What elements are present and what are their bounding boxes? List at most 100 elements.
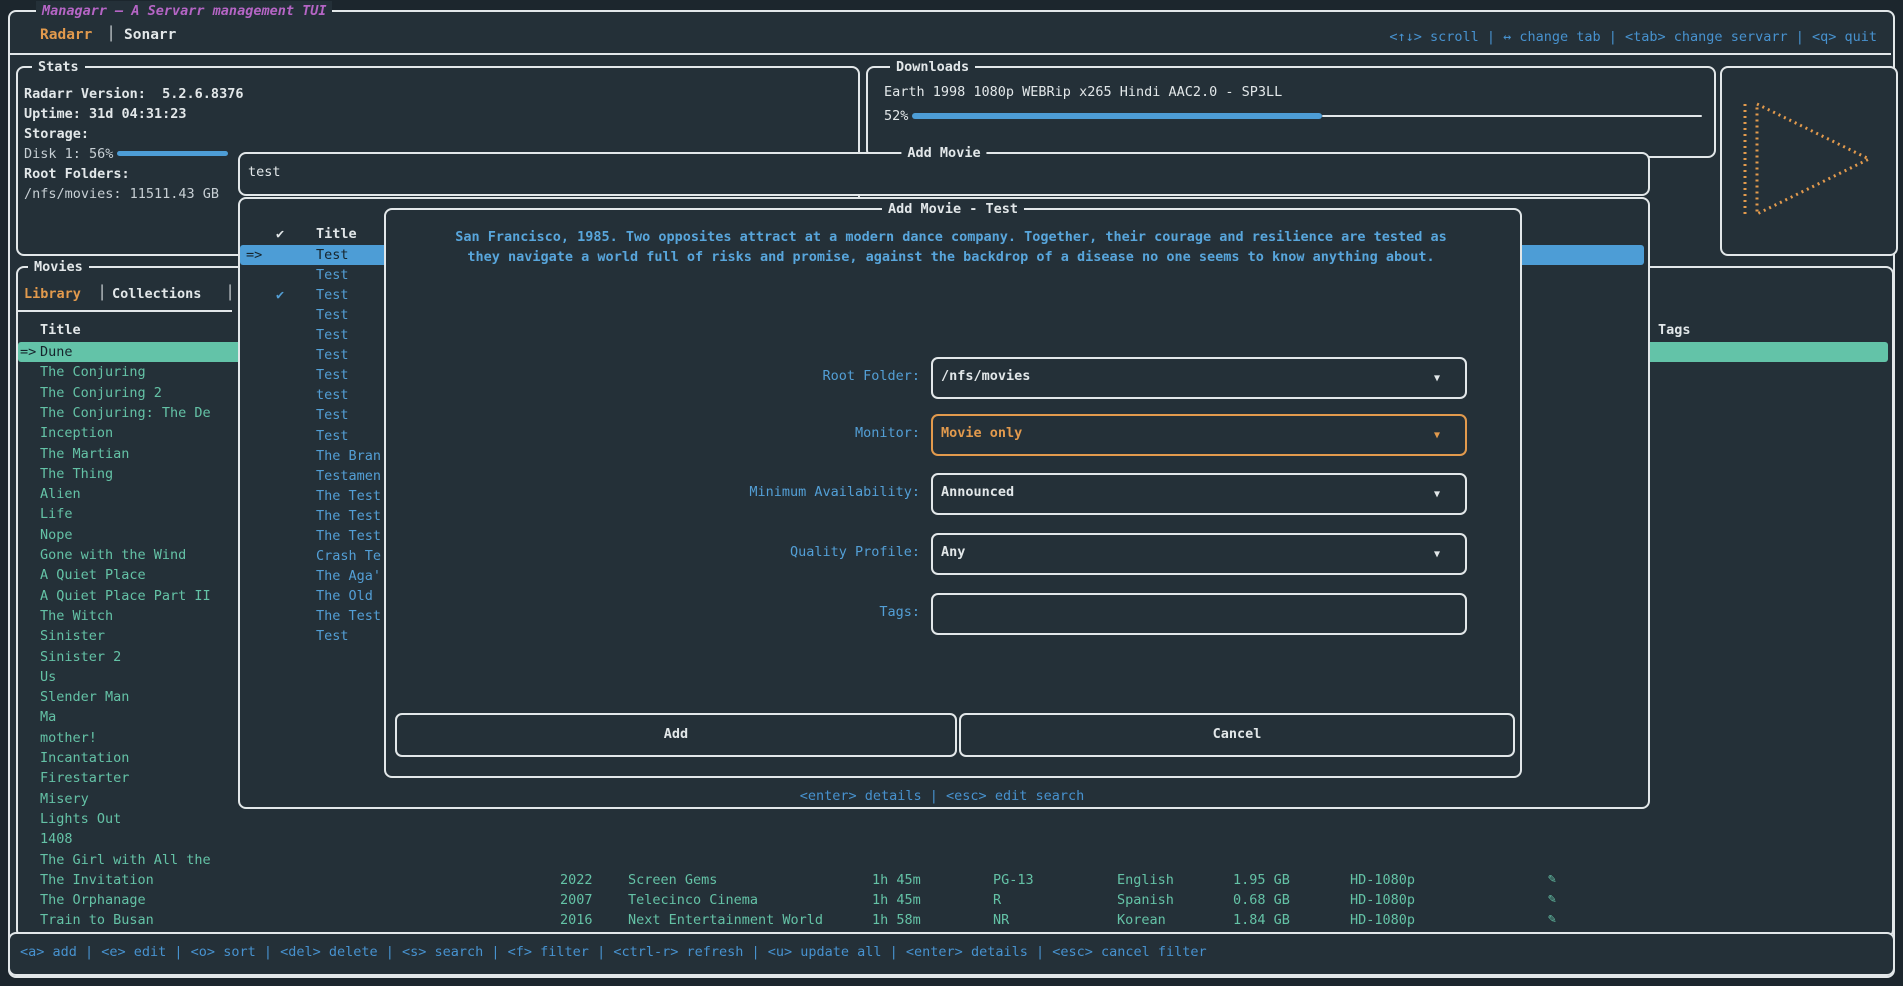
table-cell: 1.95 GB xyxy=(1233,870,1290,890)
search-result-row[interactable]: Test xyxy=(316,305,349,325)
row-selector-icon: => xyxy=(246,245,262,265)
edit-pencil-icon[interactable]: ✎ xyxy=(1548,869,1556,889)
download-item: Earth 1998 1080p WEBRip x265 Hindi AAC2.… xyxy=(884,82,1282,102)
minimum-availability-value: Announced xyxy=(941,482,1014,502)
stats-title: Stats xyxy=(32,57,85,77)
tab-collections[interactable]: Collections xyxy=(112,284,201,304)
movie-list-item[interactable]: mother! xyxy=(40,728,97,748)
dropdown-arrow-icon: ▼ xyxy=(1434,426,1440,446)
search-result-row[interactable]: Test xyxy=(316,345,349,365)
movie-list-item[interactable]: The Conjuring 2 xyxy=(40,383,162,403)
movies-tab-separator-2: │ xyxy=(226,283,234,303)
uptime: Uptime: 31d 04:31:23 xyxy=(24,104,187,124)
minimum-availability-label: Minimum Availability: xyxy=(600,482,920,502)
root-folders-heading: Root Folders: xyxy=(24,164,130,184)
movie-list-item[interactable]: Ma xyxy=(40,707,56,727)
movie-list-item[interactable]: Firestarter xyxy=(40,768,129,788)
monitor-value: Movie only xyxy=(941,423,1022,443)
edit-pencil-icon[interactable]: ✎ xyxy=(1548,889,1556,909)
add-movie-search-panel[interactable]: Add Movie xyxy=(238,152,1650,196)
table-cell: PG-13 xyxy=(993,870,1034,890)
dropdown-arrow-icon: ▼ xyxy=(1434,485,1440,505)
movie-list-item[interactable]: Train to Busan xyxy=(40,910,154,930)
storage-heading: Storage: xyxy=(24,124,89,144)
search-result-row[interactable]: Test xyxy=(316,285,349,305)
movie-list-item[interactable]: Gone with the Wind xyxy=(40,545,186,565)
bottom-keybind-hints: <a> add | <e> edit | <o> sort | <del> de… xyxy=(20,942,1207,962)
search-result-row[interactable]: The Test xyxy=(316,506,381,526)
movie-list-item[interactable]: The Martian xyxy=(40,444,129,464)
radarr-version: Radarr Version: 5.2.6.8376 xyxy=(24,84,243,104)
quality-profile-select[interactable] xyxy=(931,533,1467,575)
tab-library[interactable]: Library xyxy=(24,284,81,304)
tags-label: Tags: xyxy=(600,602,920,622)
quality-profile-label: Quality Profile: xyxy=(600,542,920,562)
search-result-row[interactable]: The Bran xyxy=(316,446,381,466)
movie-list-item[interactable]: Lights Out xyxy=(40,809,121,829)
movie-list-item[interactable]: The Thing xyxy=(40,464,113,484)
movie-list-item[interactable]: The Orphanage xyxy=(40,890,146,910)
table-cell: R xyxy=(993,890,1001,910)
search-result-row[interactable]: The Test xyxy=(316,606,381,626)
table-cell: Screen Gems xyxy=(628,870,717,890)
edit-pencil-icon[interactable]: ✎ xyxy=(1548,909,1556,929)
root-folder-label: Root Folder: xyxy=(600,366,920,386)
movie-list-item[interactable]: The Conjuring xyxy=(40,362,146,382)
movie-list-item[interactable]: A Quiet Place Part II xyxy=(40,586,211,606)
search-result-row[interactable]: Testamen xyxy=(316,466,381,486)
movie-list-item[interactable]: The Invitation xyxy=(40,870,154,890)
table-cell: 2007 xyxy=(560,890,593,910)
movie-list-item[interactable]: Us xyxy=(40,667,56,687)
tab-radarr[interactable]: Radarr xyxy=(40,25,92,45)
search-result-row[interactable]: Test xyxy=(316,365,349,385)
search-result-row[interactable]: Test xyxy=(316,405,349,425)
movie-list-item[interactable]: The Girl with All the xyxy=(40,850,211,870)
search-result-row[interactable]: Test xyxy=(316,325,349,345)
tab-sonarr[interactable]: Sonarr xyxy=(124,25,176,45)
movie-description-line-1: San Francisco, 1985. Two opposites attra… xyxy=(394,227,1508,247)
download-progress-bar xyxy=(912,113,1322,119)
root-folder-value: /nfs/movies xyxy=(941,366,1030,386)
search-result-row[interactable]: The Test xyxy=(316,526,381,546)
disk-usage: Disk 1: 56% xyxy=(24,144,113,164)
movie-list-item[interactable]: Sinister 2 xyxy=(40,647,121,667)
movie-list-item[interactable]: Misery xyxy=(40,789,89,809)
monitor-label: Monitor: xyxy=(600,423,920,443)
add-button[interactable]: Add xyxy=(395,713,957,757)
search-result-row[interactable]: The Test xyxy=(316,486,381,506)
movie-list-item[interactable]: Inception xyxy=(40,423,113,443)
tags-input[interactable] xyxy=(931,593,1467,635)
search-result-row[interactable]: The Old xyxy=(316,586,373,606)
add-movie-search-input[interactable]: test xyxy=(248,162,281,182)
movie-list-item[interactable]: Life xyxy=(40,504,73,524)
movies-tab-separator: │ xyxy=(98,283,106,303)
cancel-button[interactable]: Cancel xyxy=(959,713,1515,757)
movie-list-item[interactable]: The Witch xyxy=(40,606,113,626)
search-result-row[interactable]: Test xyxy=(316,626,349,646)
search-result-row[interactable]: Test xyxy=(316,265,349,285)
movie-list-item[interactable]: Nope xyxy=(40,525,73,545)
movie-list-item[interactable]: 1408 xyxy=(40,829,73,849)
movie-list-item[interactable]: A Quiet Place xyxy=(40,565,146,585)
dropdown-arrow-icon: ▼ xyxy=(1434,545,1440,565)
topbar-keybind-hints: <↑↓> scroll | ↔ change tab | <tab> chang… xyxy=(1389,27,1877,47)
table-cell: 1h 45m xyxy=(872,870,921,890)
search-result-row[interactable]: Test xyxy=(316,426,349,446)
table-cell: 2016 xyxy=(560,910,593,930)
checked-icon: ✔ xyxy=(276,285,284,305)
topbar-divider xyxy=(10,53,1891,55)
root-folder-info: /nfs/movies: 11511.43 GB xyxy=(24,184,219,204)
movie-list-item[interactable]: The Conjuring: The De xyxy=(40,403,211,423)
movie-list-item[interactable]: Alien xyxy=(40,484,81,504)
search-result-row[interactable]: Crash Te xyxy=(316,546,381,566)
tags-column-header: Tags xyxy=(1658,320,1691,340)
search-result-row[interactable]: The Aga' xyxy=(316,566,381,586)
search-result-row[interactable]: test xyxy=(316,385,349,405)
table-cell: HD-1080p xyxy=(1350,870,1415,890)
movie-list-item[interactable]: Incantation xyxy=(40,748,129,768)
movie-list-item[interactable]: Sinister xyxy=(40,626,105,646)
movie-list-item[interactable]: Slender Man xyxy=(40,687,129,707)
app-title: Managarr – A Servarr management TUI xyxy=(36,1,332,21)
movie-description-line-2: they navigate a world full of risks and … xyxy=(394,247,1508,267)
tab-separator: │ xyxy=(107,24,115,44)
